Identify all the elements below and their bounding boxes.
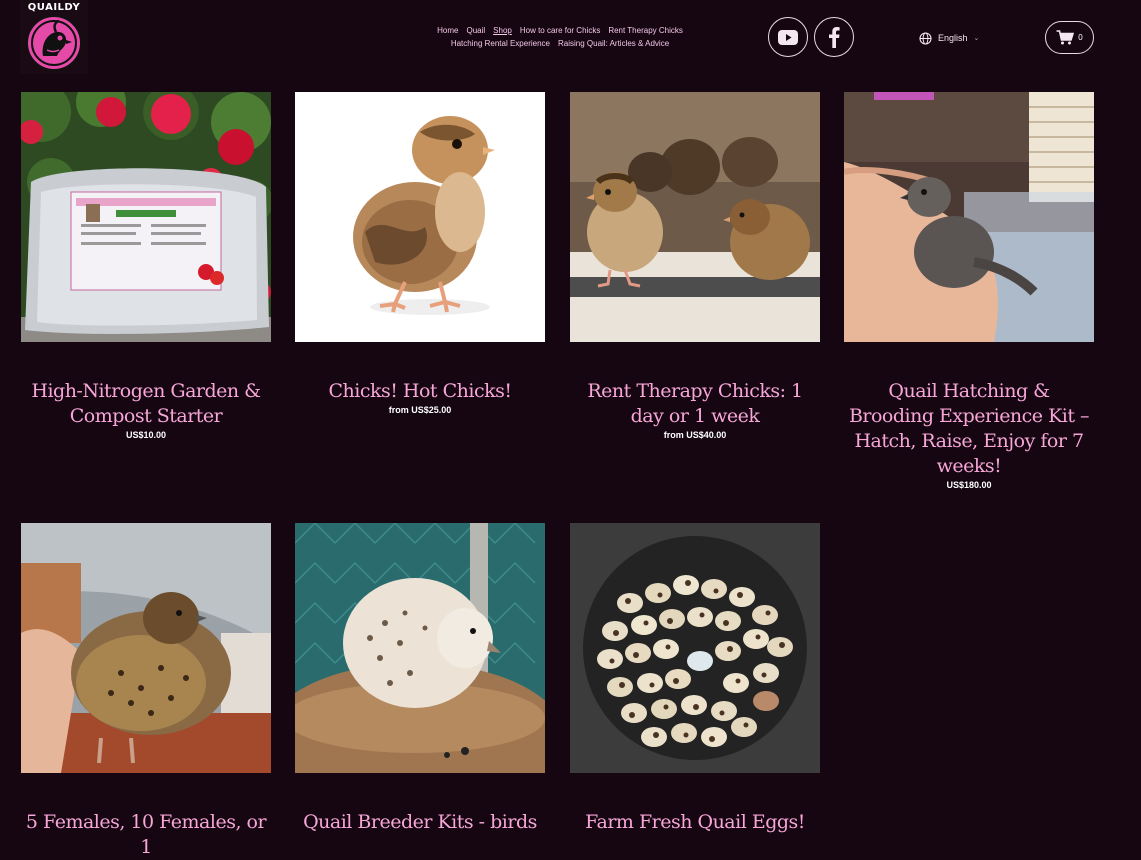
cart-button[interactable]: 0 [1045,21,1094,54]
cart-count: 0 [1078,33,1083,42]
youtube-icon [778,29,798,45]
breeder-quail-photo [295,523,545,773]
product-card[interactable]: Farm Fresh Quail Eggs! [570,523,820,835]
nav-rent-therapy-chicks[interactable]: Rent Therapy Chicks [608,26,683,35]
product-card[interactable]: Quail Hatching & Brooding Experience Kit… [844,92,1094,490]
site-logo[interactable]: QUAILDY [20,0,88,74]
product-image-quail-eggs[interactable] [570,523,820,773]
language-label: English [938,33,968,43]
product-name[interactable]: 5 Females, 10 Females, or 1 [21,810,271,860]
chick-photo [295,92,545,342]
quail-logo-icon [26,15,82,71]
globe-icon [919,31,932,45]
product-image-quail-females[interactable] [21,523,271,773]
product-card[interactable]: 5 Females, 10 Females, or 1 [21,523,271,860]
nav-home[interactable]: Home [437,26,458,35]
garden-starter-photo [21,92,271,342]
nav-hatching-rental[interactable]: Hatching Rental Experience [451,39,550,48]
nav-raising-quail[interactable]: Raising Quail: Articles & Advice [558,39,669,48]
product-price: US$10.00 [125,430,167,440]
product-card[interactable]: High-Nitrogen Garden & Compost Starter U… [21,92,271,440]
facebook-icon [829,27,840,48]
product-card[interactable]: Quail Breeder Kits - birds [295,523,545,835]
product-image-hatching-kit[interactable] [844,92,1094,342]
product-image-garden-starter[interactable] [21,92,271,342]
product-name[interactable]: Farm Fresh Quail Eggs! [570,810,820,835]
product-name[interactable]: Quail Hatching & Brooding Experience Kit… [844,379,1094,479]
product-card[interactable]: Chicks! Hot Chicks! from US$25.00 [295,92,545,415]
product-name[interactable]: Rent Therapy Chicks: 1 day or 1 week [570,379,820,429]
cart-icon [1056,30,1075,45]
product-price: US$180.00 [946,480,992,490]
product-price: from US$40.00 [663,430,727,440]
hatching-kit-photo [844,92,1094,342]
quail-eggs-photo [570,523,820,773]
facebook-link[interactable] [814,17,854,57]
product-name[interactable]: Chicks! Hot Chicks! [295,379,545,404]
chevron-down-icon: ⌄ [973,35,980,42]
language-selector[interactable]: English ⌄ [919,30,979,46]
nav-chick-care[interactable]: How to care for Chicks [520,26,600,35]
site-header: QUAILDY Home Quail Shop How to care for Chi… [0,0,1141,80]
nav-shop[interactable]: Shop [493,26,512,35]
youtube-link[interactable] [768,17,808,57]
quail-hen-photo [21,523,271,773]
main-nav: Home Quail Shop How to care for Chicks Rent … [405,24,715,50]
product-image-rent-therapy-chicks[interactable] [570,92,820,342]
therapy-chicks-photo [570,92,820,342]
product-image-chicks[interactable] [295,92,545,342]
product-card[interactable]: Rent Therapy Chicks: 1 day or 1 week fro… [570,92,820,440]
nav-quail[interactable]: Quail [466,26,485,35]
product-name[interactable]: High-Nitrogen Garden & Compost Starter [21,379,271,429]
product-image-breeder-kits[interactable] [295,523,545,773]
product-name[interactable]: Quail Breeder Kits - birds [295,810,545,835]
product-price: from US$25.00 [388,405,452,415]
